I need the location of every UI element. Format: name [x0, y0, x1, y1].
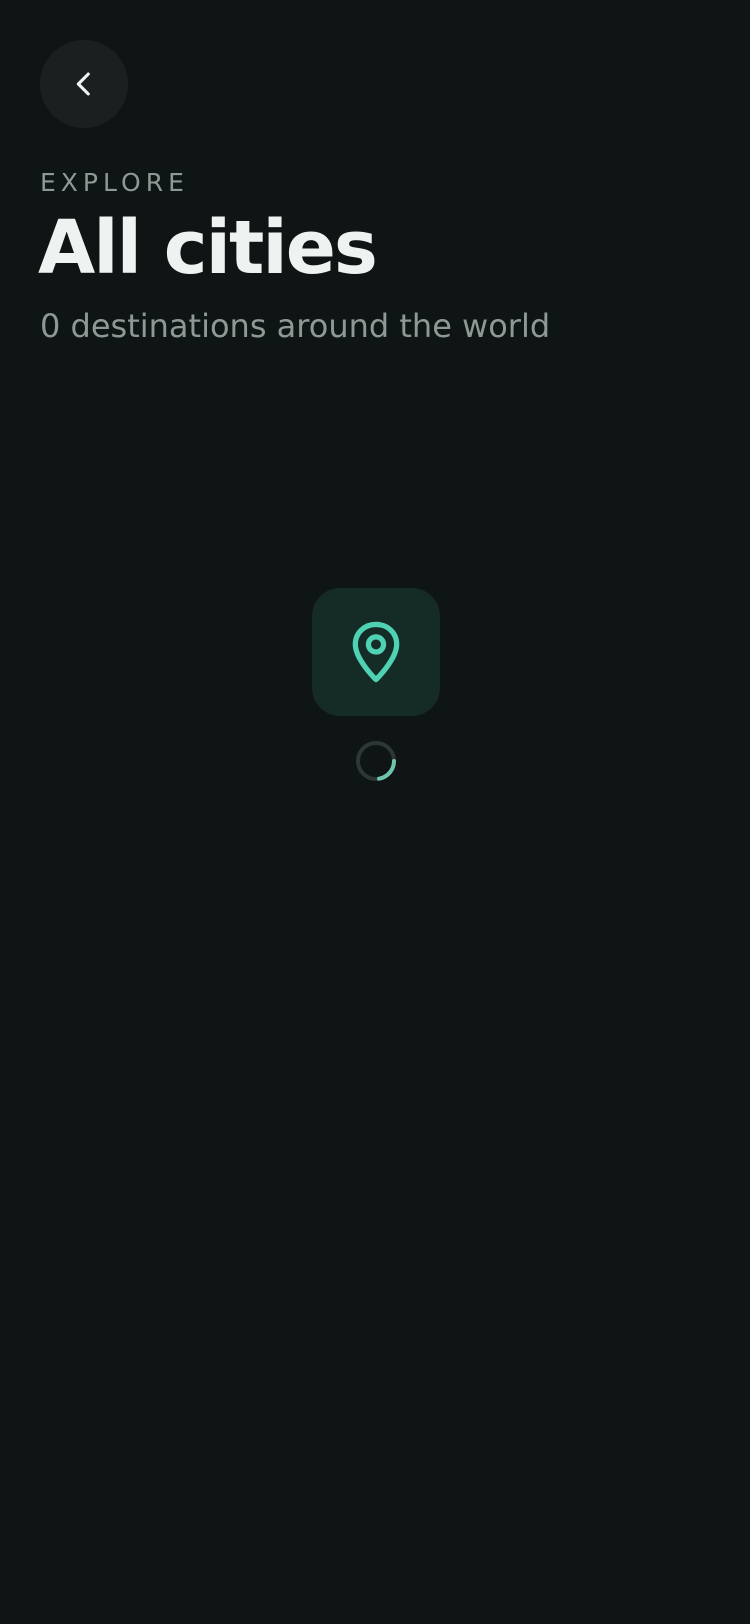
- back-button[interactable]: [40, 40, 128, 128]
- chevron-left-icon: [76, 72, 90, 96]
- empty-state-icon-tile: [312, 588, 440, 716]
- loading-spinner: [355, 740, 397, 782]
- page-title: All cities: [38, 205, 378, 291]
- section-eyebrow: EXPLORE: [40, 168, 189, 197]
- cities-screen: EXPLORE All cities 0 destinations around…: [0, 0, 750, 1624]
- map-pin-icon: [352, 621, 400, 683]
- spinner-icon: [356, 741, 396, 781]
- destination-count: 0 destinations around the world: [40, 307, 551, 345]
